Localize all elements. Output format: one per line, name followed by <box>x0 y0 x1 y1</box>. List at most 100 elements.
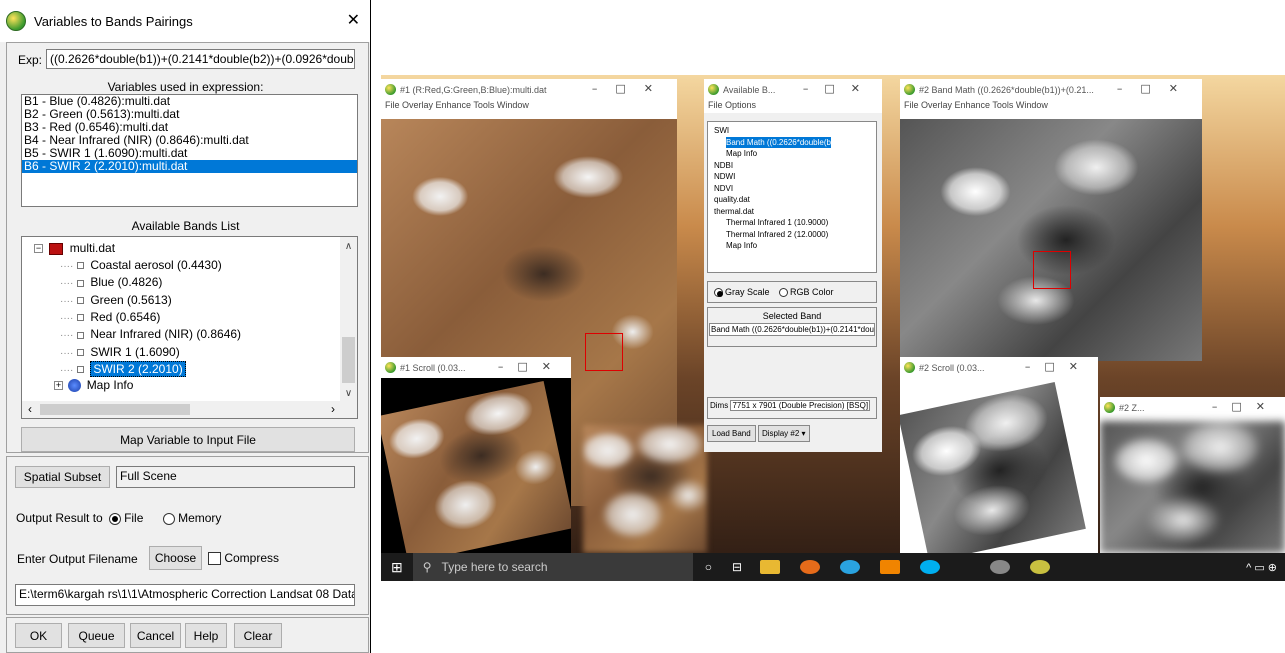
tree-line-icon: ···· <box>60 347 74 359</box>
window-controls-icon[interactable]: –□✕ <box>1117 82 1196 95</box>
avail-tree-item[interactable]: Map Info <box>726 148 757 159</box>
envi-taskbar-icon[interactable] <box>990 560 1011 574</box>
scroll-thumb[interactable] <box>342 337 355 383</box>
envi-icon <box>904 84 915 95</box>
windows-start-icon[interactable]: ⊞ <box>391 559 403 576</box>
band-icon <box>77 331 85 339</box>
spatial-subset-button[interactable]: Spatial Subset <box>15 466 110 488</box>
scroll2-titlebar: #2 Scroll (0.03... –□✕ <box>900 357 1098 378</box>
queue-button[interactable]: Queue <box>68 623 125 648</box>
dims-field: 7751 x 7901 (Double Precision) [BSQ] <box>730 400 871 411</box>
tree-vscroll[interactable]: ∧ ∨ <box>340 237 357 401</box>
avail-tree[interactable]: SWI Band Math ((0.2626*double(b Map Info ND… <box>707 121 877 273</box>
dialog-titlebar: Variables to Bands Pairings ✕ <box>0 0 370 42</box>
bands-tree[interactable]: − multi.dat ···· Coastal aerosol (0.4430)… <box>21 236 358 419</box>
display1-menu[interactable]: File Overlay Enhance Tools Window <box>381 100 677 113</box>
avail-tree-item[interactable]: quality.dat <box>714 194 750 205</box>
zoom1-image[interactable] <box>583 425 707 553</box>
chevron-up-icon[interactable]: ∧ <box>340 241 357 252</box>
dialog-title: Variables to Bands Pairings <box>34 13 193 29</box>
available-bands-window: Available B... –□✕ File Options SWI Band M… <box>704 79 882 452</box>
close-icon[interactable]: ✕ <box>347 10 360 29</box>
output-result-row: Output Result to File Memory <box>16 511 222 525</box>
skype-icon[interactable] <box>920 560 941 574</box>
rgb-radio[interactable] <box>779 288 789 298</box>
selected-band-field: Band Math ((0.2626*double(b1))+(0.2141*d… <box>709 323 875 336</box>
avail-tree-item[interactable]: SWI <box>714 125 729 136</box>
avail-tree-item[interactable]: Band Math ((0.2626*double(b <box>726 136 831 148</box>
choose-button[interactable]: Choose <box>149 546 202 570</box>
envi-icon <box>904 362 915 373</box>
search-icon: ⚲ <box>422 560 432 574</box>
chevron-left-icon[interactable]: ‹ <box>28 402 32 416</box>
output-filename-field[interactable]: E:\term6\kargah rs\1\1\Atmospheric Corre… <box>15 584 355 606</box>
window-controls-icon[interactable]: –□✕ <box>592 82 671 95</box>
memory-radio[interactable] <box>163 512 176 525</box>
window-controls-icon[interactable]: –□✕ <box>1212 400 1279 413</box>
scroll1-window: #1 Scroll (0.03... –□✕ <box>381 357 571 553</box>
window-controls-icon[interactable]: –□✕ <box>1025 360 1092 373</box>
variables-list[interactable]: B1 - Blue (0.4826):multi.dat B2 - Green (… <box>21 94 358 207</box>
band-item[interactable]: ···· Coastal aerosol (0.4430) <box>60 257 222 274</box>
band-icon <box>77 348 85 356</box>
search-box[interactable]: ⚲ Type here to search <box>412 553 693 581</box>
window-controls-icon[interactable]: –□✕ <box>498 360 565 373</box>
avail-tree-item[interactable]: Thermal Infrared 1 (10.9000) <box>726 217 828 228</box>
zoom2-image[interactable] <box>1100 421 1285 553</box>
compress-checkbox[interactable] <box>208 552 221 566</box>
envi-icon <box>385 362 396 373</box>
band-icon <box>77 279 85 287</box>
file-explorer-icon[interactable] <box>760 560 781 574</box>
ok-button[interactable]: OK <box>15 623 62 648</box>
cancel-button[interactable]: Cancel <box>130 623 181 648</box>
avail-menu[interactable]: File Options <box>704 100 882 113</box>
zoom-box[interactable] <box>1033 251 1071 289</box>
tree-map-info[interactable]: + Map Info <box>54 377 133 394</box>
expression-field[interactable]: ((0.2626*double(b1))+(0.2141*double(b2))… <box>46 49 355 69</box>
envi-classic-icon[interactable] <box>1030 560 1051 574</box>
scroll1-image[interactable] <box>381 380 571 553</box>
task-view-icon[interactable]: ⊟ <box>732 560 742 574</box>
band-icon <box>77 262 85 270</box>
band-item[interactable]: ···· SWIR 2 (2.2010) <box>60 360 186 378</box>
tree-root[interactable]: − multi.dat <box>34 240 115 257</box>
firefox-icon[interactable] <box>800 560 821 574</box>
avail-tree-item[interactable]: NDVI <box>714 183 733 194</box>
cortana-icon[interactable]: ○ <box>705 560 712 574</box>
scroll1-titlebar: #1 Scroll (0.03... –□✕ <box>381 357 571 378</box>
bandmath-gray-image[interactable] <box>900 119 1202 361</box>
file-radio[interactable] <box>109 512 122 525</box>
tree-hscroll[interactable]: ‹ › <box>22 401 357 418</box>
load-band-button[interactable]: Load Band <box>707 425 756 442</box>
avail-tree-item[interactable]: thermal.dat <box>714 206 754 217</box>
band-item[interactable]: ···· SWIR 1 (1.6090) <box>60 344 180 361</box>
taskbar: ⊞ ⚲ Type here to search ○ ⊟ ^ ▭ ⊕ <box>381 553 1285 581</box>
display2-menu[interactable]: File Overlay Enhance Tools Window <box>900 100 1202 113</box>
scroll2-image[interactable] <box>900 382 1086 553</box>
display-dropdown[interactable]: Display #2 ▾ <box>757 425 810 442</box>
help-button[interactable]: Help <box>185 623 227 648</box>
gray-radio[interactable] <box>714 288 723 298</box>
variable-item[interactable]: B6 - SWIR 2 (2.2010):multi.dat <box>22 160 357 173</box>
avail-tree-item[interactable]: Map Info <box>726 240 757 251</box>
compress-row: Compress <box>208 551 279 566</box>
zoom-box[interactable] <box>585 333 623 371</box>
scroll2-window: #2 Scroll (0.03... –□✕ <box>900 357 1098 553</box>
chevron-down-icon[interactable]: ∨ <box>340 388 357 399</box>
clear-button[interactable]: Clear <box>234 623 282 648</box>
system-tray-icon[interactable]: ^ ▭ ⊕ <box>1246 561 1277 574</box>
avail-tree-item[interactable]: Thermal Infrared 2 (12.0000) <box>726 229 828 240</box>
band-item[interactable]: ···· Green (0.5613) <box>60 292 172 309</box>
hscroll-thumb[interactable] <box>40 404 190 415</box>
telegram-icon[interactable] <box>840 560 861 574</box>
window-controls-icon[interactable]: –□✕ <box>803 82 876 95</box>
band-pairing-dialog: Variables to Bands Pairings ✕ Exp: ((0.2… <box>0 0 371 653</box>
vlc-icon[interactable] <box>880 560 901 574</box>
avail-tree-item[interactable]: NDWI <box>714 171 735 182</box>
band-item[interactable]: ···· Blue (0.4826) <box>60 274 162 291</box>
band-item[interactable]: ···· Near Infrared (NIR) (0.8646) <box>60 326 241 343</box>
chevron-right-icon[interactable]: › <box>331 402 335 416</box>
band-item[interactable]: ···· Red (0.6546) <box>60 309 160 326</box>
map-variable-button[interactable]: Map Variable to Input File <box>21 427 355 452</box>
avail-tree-item[interactable]: NDBI <box>714 160 733 171</box>
